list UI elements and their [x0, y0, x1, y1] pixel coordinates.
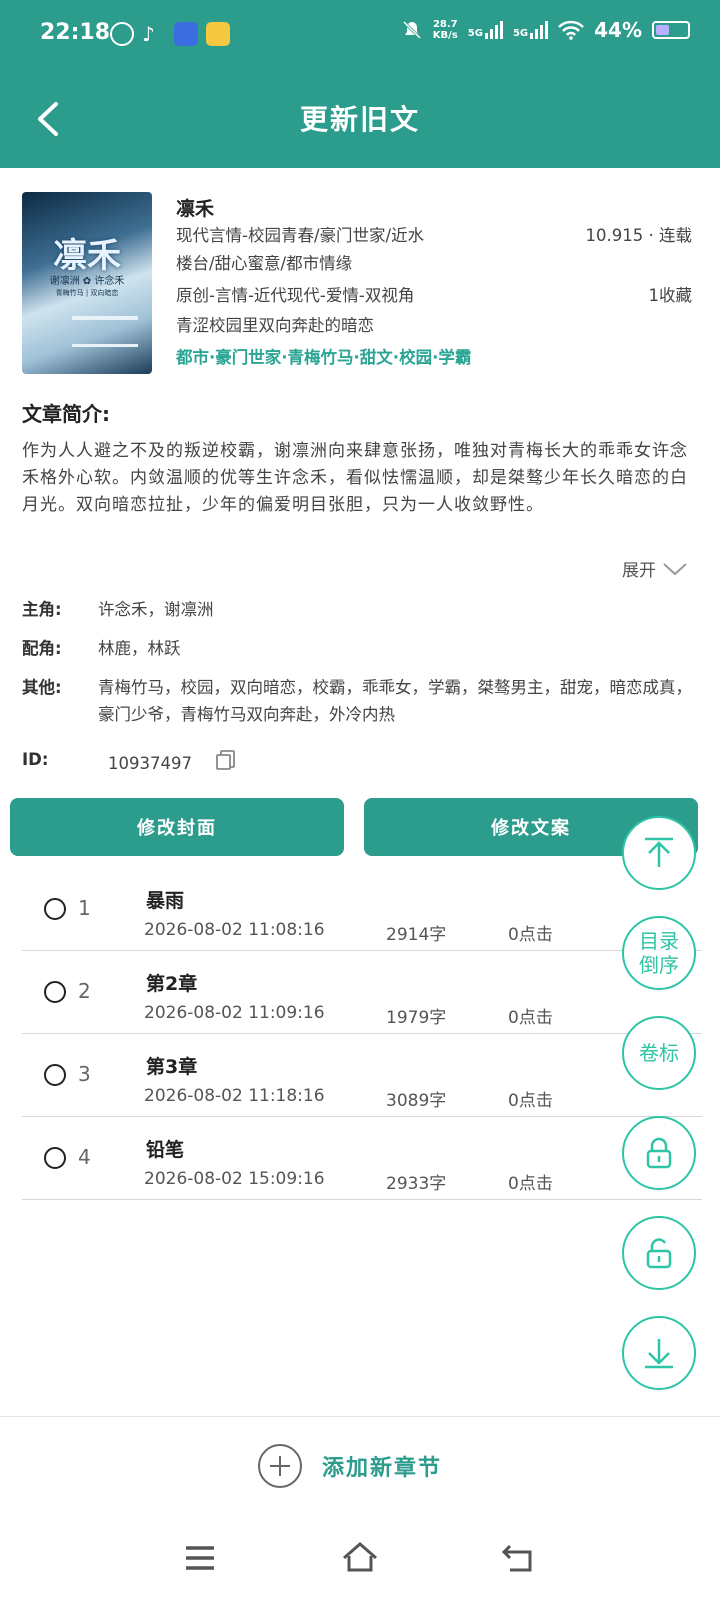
book-stats: 10.915 · 连载: [585, 226, 692, 245]
chapter-date: 2026-08-02 15:09:16: [144, 1169, 325, 1189]
bottom-divider: [0, 1416, 720, 1417]
back-icon[interactable]: [500, 1538, 540, 1578]
book-tagline: 青涩校园里双向奔赴的暗恋: [176, 316, 374, 335]
status-bar: 22:18 ♪ 28.7 KB/s 5G 5G 44%: [0, 0, 720, 70]
intro-heading: 文章简介:: [22, 402, 110, 426]
chapter-number: 2: [78, 979, 91, 1003]
book-cover[interactable]: 凛禾 谢凛洲 ✿ 许念禾 青梅竹马 | 双向暗恋: [22, 192, 152, 374]
battery-percent: 44%: [594, 18, 642, 42]
home-icon[interactable]: [340, 1538, 380, 1578]
chapter-select-radio[interactable]: [44, 1147, 66, 1169]
cover-subtitle: 谢凛洲 ✿ 许念禾: [49, 276, 125, 287]
other-label: 其他:: [22, 678, 62, 697]
net-speed: 28.7 KB/s: [432, 19, 458, 41]
chapter-words: 1979字: [386, 1008, 447, 1028]
scroll-bottom-button[interactable]: [622, 1316, 696, 1390]
favorites-count: 1收藏: [648, 286, 693, 305]
chapter-number: 1: [78, 896, 91, 920]
copy-icon[interactable]: [214, 748, 238, 772]
reverse-label-1: 目录: [639, 929, 679, 953]
cover-title: 凛禾: [53, 236, 121, 276]
chapter-clicks: 0点击: [508, 1008, 553, 1028]
menu-icon[interactable]: [180, 1538, 220, 1578]
genre-line-1: 现代言情-校园青春/豪门世家/近水: [176, 226, 425, 245]
other-value: 青梅竹马，校园，双向暗恋，校霸，乖乖女，学霸，桀骜男主，甜宠，暗恋成真，豪门少爷…: [98, 678, 692, 724]
chapter-words: 2933字: [386, 1174, 447, 1194]
notification-icons: ♪: [110, 22, 230, 46]
volume-label: 卷标: [639, 1041, 679, 1065]
chapter-number: 4: [78, 1145, 91, 1169]
chapter-number: 3: [78, 1062, 91, 1086]
chapter-date: 2026-08-02 11:08:16: [144, 920, 325, 940]
unlock-icon: [646, 1238, 672, 1269]
support-value: 林鹿，林跃: [98, 639, 181, 658]
type-line: 原创-言情-近代现代-爱情-双视角: [176, 286, 415, 305]
chapter-title: 第2章: [146, 973, 198, 995]
lead-value: 许念禾，谢凛洲: [98, 600, 214, 619]
notes-icon: [206, 22, 230, 46]
tiktok-icon: ♪: [142, 22, 155, 46]
chapter-title: 铅笔: [146, 1139, 185, 1161]
chapter-date: 2026-08-02 11:09:16: [144, 1003, 325, 1023]
app-bar: 更新旧文: [0, 70, 720, 168]
system-nav-bar: [0, 1520, 720, 1600]
add-chapter-button[interactable]: 添加新章节: [258, 1444, 442, 1488]
reverse-label-2: 倒序: [639, 953, 679, 977]
signal-sim1: 5G: [468, 21, 503, 39]
chapter-date: 2026-08-02 11:18:16: [144, 1086, 325, 1106]
unlock-button[interactable]: [622, 1216, 696, 1290]
status-right: 28.7 KB/s 5G 5G 44%: [401, 18, 690, 42]
lock-icon: [646, 1137, 672, 1169]
chapter-select-radio[interactable]: [44, 898, 66, 920]
book-title: 凛禾: [176, 198, 215, 220]
cover-subtitle-2: 青梅竹马 | 双向暗恋: [55, 289, 119, 297]
chapter-clicks: 0点击: [508, 925, 553, 945]
arrow-to-top-icon: [645, 837, 673, 867]
chapter-words: 2914字: [386, 925, 447, 945]
chapter-row[interactable]: 1 暴雨 2026-08-02 11:08:16 2914字 0点击: [22, 868, 702, 951]
add-chapter-label: 添加新章节: [322, 1456, 443, 1481]
chapter-clicks: 0点击: [508, 1174, 553, 1194]
plus-icon: [258, 1444, 302, 1488]
lead-label: 主角:: [22, 600, 62, 619]
book-tags: 都市·豪门世家·青梅竹马·甜文·校园·学霸: [176, 348, 472, 367]
cover-bench-art: [72, 316, 138, 347]
id-label: ID:: [22, 750, 49, 769]
reverse-order-button[interactable]: 目录 倒序: [622, 916, 696, 990]
chapter-select-radio[interactable]: [44, 981, 66, 1003]
intro-text: 作为人人避之不及的叛逆校霸，谢凛洲向来肆意张扬，唯独对青梅长大的乖乖女许念禾格外…: [22, 441, 688, 515]
signal-sim2: 5G: [513, 21, 549, 39]
expand-label: 展开: [622, 561, 656, 581]
chapter-row[interactable]: 4 铅笔 2026-08-02 15:09:16 2933字 0点击: [22, 1117, 702, 1200]
chapter-title: 暴雨: [146, 890, 185, 912]
edit-cover-button[interactable]: 修改封面: [10, 798, 344, 856]
book-info: 凛禾 谢凛洲 ✿ 许念禾 青梅竹马 | 双向暗恋 凛禾 现代言情-校园青春/豪门…: [22, 192, 692, 382]
support-label: 配角:: [22, 639, 62, 658]
chapter-row[interactable]: 3 第3章 2026-08-02 11:18:16 3089字 0点击: [22, 1034, 702, 1117]
app-icon: [174, 22, 198, 46]
chevron-down-icon: [663, 562, 687, 575]
chapter-words: 3089字: [386, 1091, 447, 1111]
wifi-icon: [558, 20, 585, 40]
scroll-top-button[interactable]: [622, 816, 696, 890]
chapter-row[interactable]: 2 第2章 2026-08-02 11:09:16 1979字 0点击: [22, 951, 702, 1034]
chapter-clicks: 0点击: [508, 1091, 553, 1111]
page-title: 更新旧文: [299, 103, 420, 136]
mute-icon: [402, 20, 421, 40]
genre-line-2: 楼台/甜心蜜意/都市情缘: [176, 254, 353, 273]
weibo-icon: [110, 22, 134, 46]
volume-label-button[interactable]: 卷标: [622, 1016, 696, 1090]
arrow-to-bottom-icon: [645, 1339, 673, 1369]
status-time: 22:18: [40, 20, 111, 45]
battery-icon: [652, 21, 690, 39]
id-value: 10937497: [108, 754, 192, 773]
chapter-select-radio[interactable]: [44, 1064, 66, 1086]
chapter-title: 第3章: [146, 1056, 198, 1078]
expand-button[interactable]: 展开: [622, 556, 688, 581]
lock-button[interactable]: [622, 1116, 696, 1190]
